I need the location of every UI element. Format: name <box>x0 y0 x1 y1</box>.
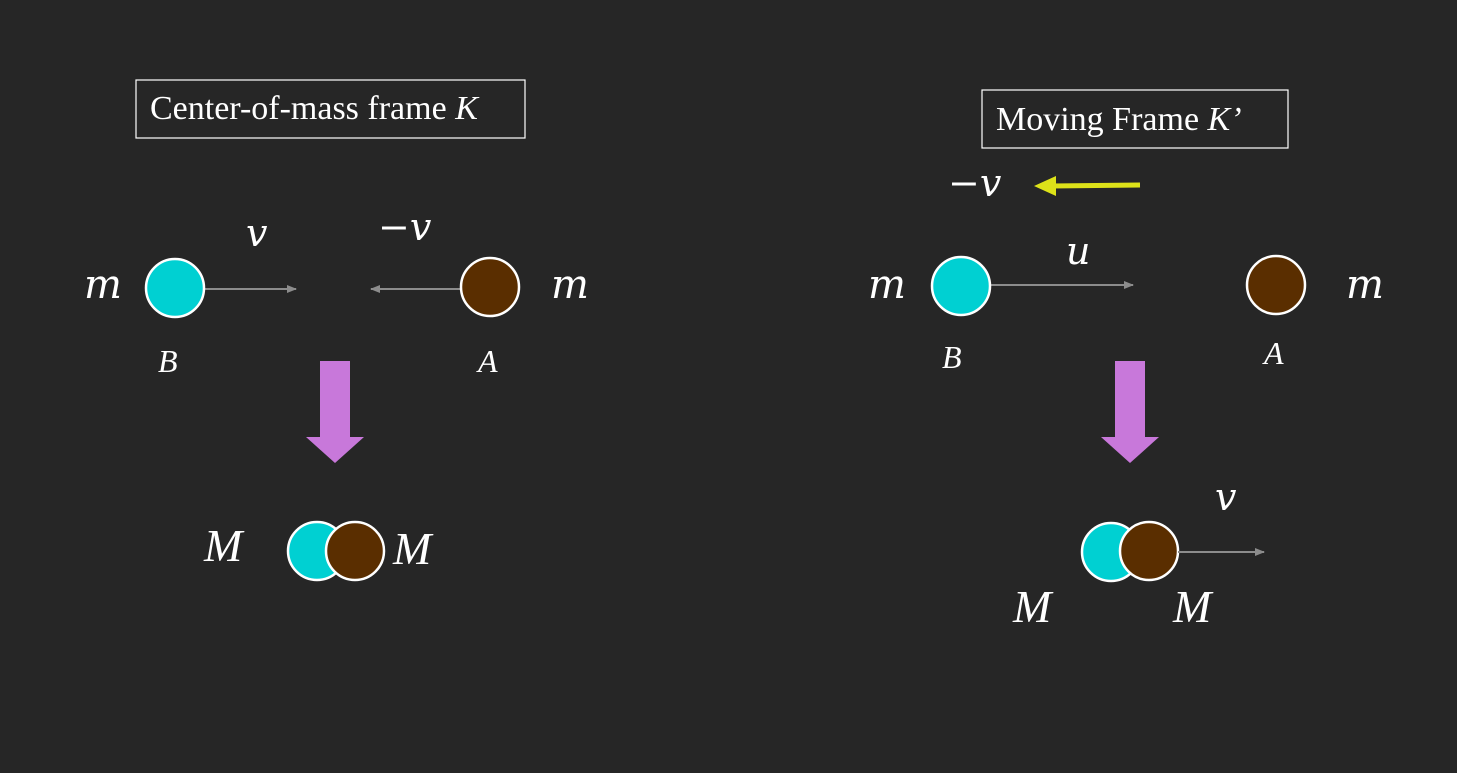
right-frame-velocity-label: −v <box>948 161 1002 205</box>
left-ball-a-mass: m <box>551 262 589 308</box>
right-frame-velocity-head <box>1034 176 1056 196</box>
right-ball-b-mass: m <box>868 262 906 308</box>
right-title: Moving Frame K’ <box>996 101 1242 138</box>
right-merged-mass-left: M <box>1012 581 1054 632</box>
right-title-var: K’ <box>1207 101 1242 138</box>
left-merged-ball-a <box>324 520 386 582</box>
left-ball-a-velocity-label: −v <box>378 205 432 249</box>
left-title-var: K <box>454 90 480 127</box>
right-ball-b-velocity-label: u <box>1066 229 1090 273</box>
left-ball-b <box>144 257 206 319</box>
left-merged-mass-left: M <box>203 520 245 571</box>
left-ball-b-velocity-label: v <box>246 211 268 255</box>
right-transition-arrow <box>1101 361 1159 463</box>
left-ball-b-mass: m <box>84 262 122 308</box>
left-panel: Center-of-mass frame K m v B −v m A M M <box>84 79 589 582</box>
left-transition-arrow <box>306 361 364 463</box>
right-panel: Moving Frame K’ −v m u B m A v M M <box>868 89 1384 632</box>
right-merged-mass-right: M <box>1172 581 1214 632</box>
right-ball-b <box>930 255 992 317</box>
right-title-text: Moving Frame <box>996 101 1208 138</box>
left-ball-a <box>459 256 521 318</box>
left-ball-b-label: B <box>158 343 178 379</box>
right-merged-velocity-label: v <box>1215 475 1237 519</box>
right-ball-a-label: A <box>1262 335 1284 371</box>
right-frame-velocity-shaft <box>1051 182 1141 189</box>
left-merged-mass-right: M <box>392 523 434 574</box>
left-title-text: Center-of-mass frame <box>150 90 455 127</box>
right-merged-ball-a <box>1118 520 1180 582</box>
right-ball-b-label: B <box>942 339 962 375</box>
left-title: Center-of-mass frame K <box>150 90 480 127</box>
right-ball-a <box>1245 254 1307 316</box>
collision-diagram: Center-of-mass frame K m v B −v m A M M … <box>84 79 1384 632</box>
left-ball-a-label: A <box>476 343 498 379</box>
right-ball-a-mass: m <box>1346 262 1384 308</box>
